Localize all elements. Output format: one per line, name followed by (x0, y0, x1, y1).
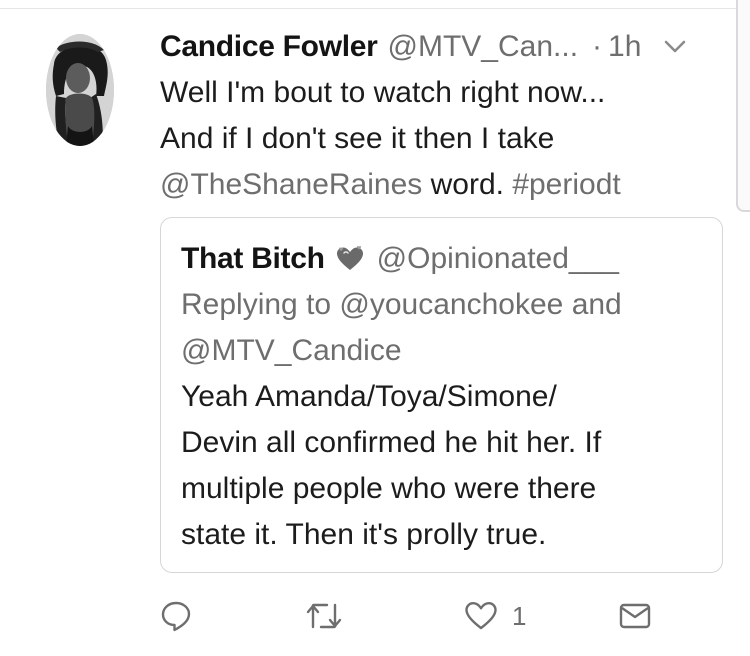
replying-to-line: @MTV_Candice (181, 334, 402, 367)
quoted-display-name: That Bitch (181, 242, 325, 275)
quoted-line: Yeah Amanda/Toya/Simone/ (181, 380, 557, 413)
tweet-line: And if I don't see it then I take (160, 122, 555, 155)
direct-message-button[interactable] (619, 596, 651, 636)
display-name[interactable]: Candice Fowler (160, 30, 378, 64)
chevron-down-icon[interactable] (663, 35, 687, 59)
tweet-text: Well I'm bout to watch right now... And … (160, 70, 730, 208)
quoted-tweet-header: That Bitch @Opinionated___ (181, 236, 619, 282)
reply-button[interactable] (160, 596, 192, 636)
envelope-icon (619, 602, 651, 630)
heart-icon (464, 601, 498, 631)
tweet-line: Well I'm bout to watch right now... (160, 76, 606, 109)
timestamp[interactable]: 1h (608, 30, 641, 64)
separator-dot: · (592, 30, 603, 63)
retweet-icon (306, 601, 342, 631)
like-button[interactable]: 1 (464, 596, 526, 636)
replying-to-line: Replying to @youcanchokee and (181, 288, 622, 321)
quoted-line: state it. Then it's prolly true. (181, 518, 547, 551)
action-bar: 1 (160, 596, 660, 636)
avatar[interactable] (46, 34, 114, 146)
retweet-button[interactable] (306, 596, 342, 636)
quoted-line: multiple people who were there (181, 472, 597, 505)
top-divider (0, 8, 740, 9)
heart-with-hearts-icon (335, 246, 365, 272)
tweet-screen: Candice Fowler @MTV_Can... · 1h Well I'm… (0, 0, 750, 656)
reply-icon (160, 600, 192, 632)
quoted-line: Devin all confirmed he hit her. If (181, 426, 602, 459)
mention-link[interactable]: @TheShaneRaines (160, 168, 422, 201)
quoted-user-handle: @Opinionated___ (376, 242, 619, 275)
scroll-indicator (736, 0, 750, 212)
quoted-tweet-text: Yeah Amanda/Toya/Simone/ Devin all confi… (181, 374, 601, 558)
tweet-line-text: word. (422, 168, 513, 201)
replying-to: Replying to @youcanchokee and @MTV_Candi… (181, 282, 622, 374)
tweet-header: Candice Fowler @MTV_Can... · 1h (160, 24, 730, 70)
quoted-tweet[interactable]: That Bitch @Opinionated___ Replying to @… (160, 217, 723, 573)
tweet-line: @TheShaneRaines word. #periodt (160, 162, 730, 208)
hashtag-link[interactable]: #periodt (512, 168, 620, 201)
like-count: 1 (512, 600, 527, 631)
user-handle[interactable]: @MTV_Can... (388, 30, 579, 64)
